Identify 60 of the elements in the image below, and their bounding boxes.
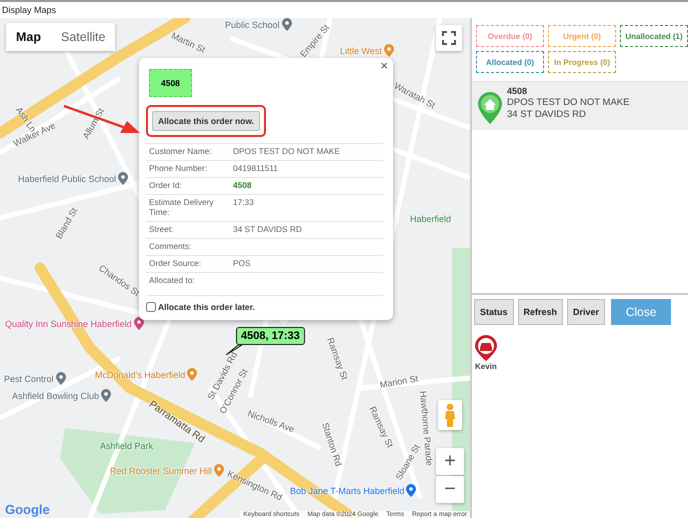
map-pin-icon [118, 172, 128, 185]
field-value: DPOS TEST DO NOT MAKE [230, 144, 383, 160]
map-pin-icon [384, 44, 394, 57]
action-button[interactable]: Refresh [518, 299, 564, 325]
map-type-tab[interactable]: Satellite [51, 23, 116, 51]
status-filter-button[interactable]: Allocated (0) [476, 51, 544, 73]
field-label: Comments: [146, 238, 230, 256]
map-pin-icon [406, 484, 416, 497]
map-label: Ashfield Bowling Club [12, 390, 100, 400]
action-button[interactable]: Status [474, 299, 514, 325]
allocate-now-button[interactable]: Allocate this order now. [152, 111, 260, 131]
map-label: Haberfield Public School [18, 174, 116, 184]
order-badge: 4508 [149, 69, 192, 97]
house-pin-icon [478, 92, 502, 124]
field-label: Customer Name: [146, 144, 230, 160]
map-label: Stanton Rd [320, 421, 344, 468]
map-label: Ashfield Park [100, 441, 154, 451]
allocate-later-checkbox[interactable] [146, 302, 156, 312]
order-id: 4508 [507, 86, 528, 96]
street-address: 34 ST DAVIDS RD [507, 109, 587, 120]
map-type-tab[interactable]: Map [6, 23, 51, 51]
order-marker-label[interactable]: 4508, 17:33 [236, 327, 305, 345]
field-label: Street: [146, 221, 230, 238]
field-label: Order Id: [146, 177, 230, 194]
field-label: Order Source: [146, 255, 230, 272]
field-value: 17:33 [230, 194, 383, 222]
car-pin-icon [475, 335, 497, 361]
field-value: 0419811511 [230, 160, 383, 178]
map-pin-icon [56, 372, 66, 385]
field-label: Phone Number: [146, 160, 230, 178]
map-logo: Google [5, 502, 50, 517]
window-title: Display Maps [1, 5, 56, 15]
map-label: Marion St [379, 373, 419, 390]
map-label: Red Rooster Summer Hill [110, 466, 212, 476]
close-button[interactable]: × [378, 58, 390, 73]
zoom-in-button[interactable]: + [436, 448, 464, 475]
map-pin-icon [282, 18, 292, 31]
fullscreen-icon [442, 31, 456, 45]
map-pin-icon [187, 368, 198, 381]
map-label: Haberfield [410, 214, 452, 224]
customer-name: DPOS TEST DO NOT MAKE [507, 97, 630, 108]
driver-name[interactable]: Kevin [475, 362, 497, 371]
map-label: Pest Control [4, 374, 54, 384]
fullscreen-button[interactable] [436, 25, 462, 51]
map-label: Little West [340, 46, 382, 56]
action-button[interactable]: Driver [567, 299, 606, 325]
field-value: 4508 [230, 177, 383, 194]
field-label: Estimate Delivery Time: [146, 194, 230, 222]
map-pin-icon [214, 464, 224, 477]
map-label: Public School [225, 20, 280, 30]
field-value: 34 ST DAVIDS RD [230, 221, 383, 238]
order-list-item[interactable]: 4508 DPOS TEST DO NOT MAKE 34 ST DAVIDS RD [472, 82, 688, 130]
field-value: POS [230, 255, 383, 272]
checkbox-label: Allocate this order later. [158, 302, 255, 312]
map-label: Hawthorne Parade [418, 390, 435, 466]
map-pin-icon [101, 389, 112, 402]
pegman-icon [444, 403, 456, 427]
status-filter-button[interactable]: Unallocated (1) [620, 25, 688, 47]
zoom-out-button[interactable]: − [436, 476, 464, 503]
field-label: Allocated to: [146, 272, 230, 289]
